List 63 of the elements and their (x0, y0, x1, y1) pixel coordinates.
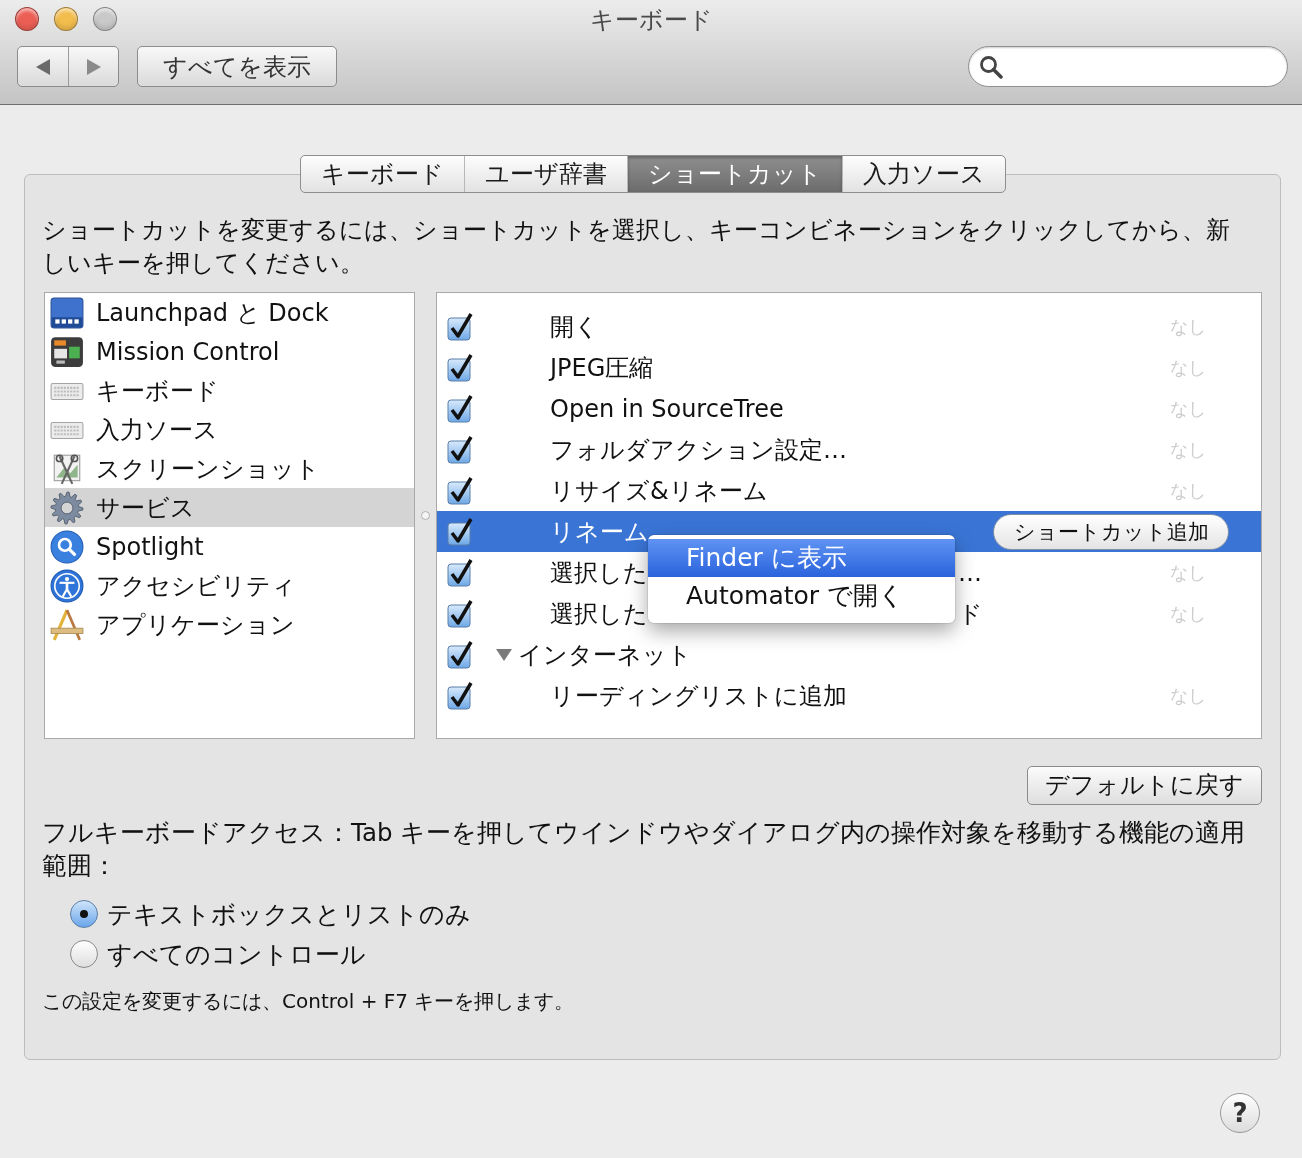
category-item[interactable]: Launchpad と Dock (45, 293, 414, 332)
splitter-handle-icon[interactable] (421, 511, 430, 520)
checkbox[interactable] (447, 517, 473, 546)
close-button[interactable] (15, 7, 39, 31)
left-arrow-icon (35, 57, 51, 76)
tab[interactable]: キーボード (300, 156, 464, 192)
disclosure-triangle-icon[interactable] (495, 647, 513, 662)
window-title: キーボード (589, 5, 713, 36)
category-item[interactable]: アプリケーション (45, 605, 414, 644)
checkbox[interactable] (447, 476, 473, 505)
service-label: 選択した (550, 599, 648, 628)
checkbox[interactable] (447, 681, 473, 710)
menu-item[interactable]: Automator で開く (648, 577, 955, 615)
radio-label[interactable]: テキストボックスとリストのみ (107, 897, 471, 931)
group-label: インターネット (518, 639, 692, 671)
checkbox[interactable] (447, 353, 473, 382)
dock-icon (50, 295, 84, 330)
category-item[interactable]: Spotlight (45, 527, 414, 566)
accessibility-icon (50, 568, 84, 603)
service-label: リネーム (550, 517, 649, 546)
right-arrow-icon (85, 57, 102, 76)
minimize-button[interactable] (54, 7, 78, 31)
keyboard-access-text: フルキーボードアクセス：Tab キーを押してウインドウやダイアログ内の操作対象を移動する機能の適用範囲： (42, 817, 1247, 882)
help-button[interactable]: ? (1220, 1093, 1260, 1133)
service-label: リサイズ&リネーム (550, 476, 768, 505)
menu-item[interactable]: Finder に表示 (648, 539, 955, 577)
radio-button[interactable] (70, 940, 98, 968)
checkbox[interactable] (447, 599, 473, 628)
category-item[interactable]: アクセシビリティ (45, 566, 414, 605)
service-label: 開く (550, 312, 599, 341)
restore-defaults-button[interactable]: デフォルトに戻す (1027, 766, 1262, 805)
hint-text: この設定を変更するには、Control + F7 キーを押します。 (42, 988, 576, 1015)
show-all-button[interactable]: すべてを表示 (137, 46, 337, 87)
search-icon (50, 529, 84, 564)
search-icon (979, 54, 1003, 79)
checkbox[interactable] (447, 394, 473, 423)
category-item[interactable]: Mission Control (45, 332, 414, 371)
service-label: Open in SourceTree (550, 394, 784, 423)
category-item[interactable]: 入力ソース (45, 410, 414, 449)
service-label: フォルダアクション設定… (550, 435, 847, 464)
windows-icon (50, 334, 84, 369)
search-field[interactable] (968, 46, 1288, 87)
checkbox[interactable] (447, 435, 473, 464)
tab[interactable]: ショートカット (626, 156, 842, 192)
service-label: ド (958, 598, 983, 630)
category-item[interactable]: スクリーンショット (45, 449, 414, 488)
add-shortcut-button[interactable]: ショートカット追加 (993, 513, 1229, 550)
category-item[interactable]: サービス (45, 488, 414, 527)
tab[interactable]: 入力ソース (841, 156, 1005, 192)
service-label: JPEG圧縮 (550, 353, 654, 382)
radio-button[interactable] (70, 900, 98, 928)
radio-label[interactable]: すべてのコントロール (107, 937, 366, 971)
instructions-text: ショートカットを変更するには、ショートカットを選択し、キーコンビネーションをクリックしてから、新しいキーを押してください。 (42, 215, 1231, 279)
pencil-ruler-icon (50, 607, 84, 642)
service-label: … (958, 558, 982, 587)
checkbox[interactable] (447, 640, 473, 669)
checkbox[interactable] (447, 312, 473, 341)
checkbox[interactable] (447, 558, 473, 587)
category-item[interactable]: キーボード (45, 371, 414, 410)
service-label: リーディングリストに追加 (550, 681, 847, 710)
service-label: 選択した (550, 558, 648, 587)
tab[interactable]: ユーザ辞書 (463, 156, 627, 192)
gear-icon (50, 490, 84, 525)
